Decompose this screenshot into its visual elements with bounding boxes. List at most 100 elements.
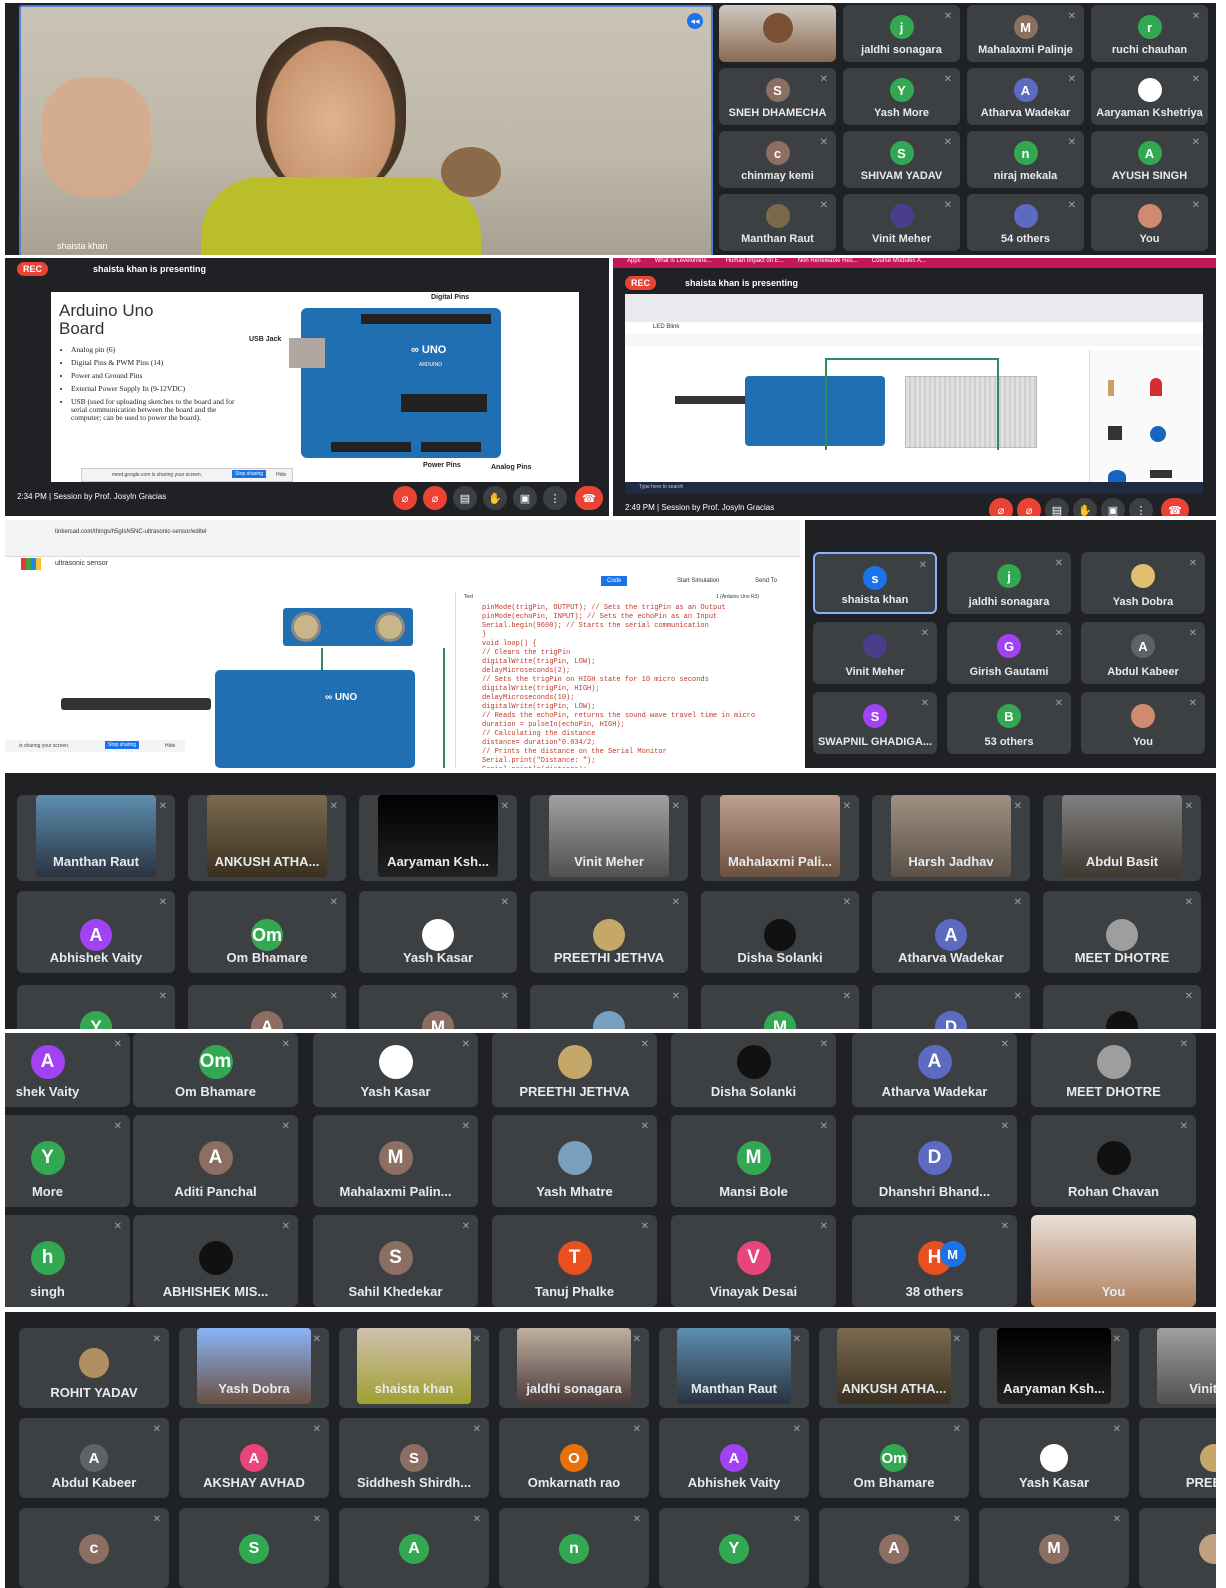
participant-video-shaista-khan[interactable]: ✕ shaista khan xyxy=(339,1328,489,1408)
button-component-icon[interactable] xyxy=(1108,426,1122,440)
text-mode-select[interactable]: Text xyxy=(464,594,473,600)
participant-tile-38-others[interactable]: ✕ H 38 others M xyxy=(852,1215,1017,1307)
bookmark-item[interactable]: Human Impact on E... xyxy=(726,258,784,264)
participant-tile-singh[interactable]: ✕ h singh xyxy=(5,1215,130,1307)
participant-tile-mansi-bole[interactable]: ✕ M Mansi Bole xyxy=(671,1115,836,1207)
participant-tile-sneh-dhamecha[interactable]: ✕ S SNEH DHAMECHA xyxy=(719,68,836,125)
captions-button[interactable]: ▤ xyxy=(1045,498,1069,516)
participant-tile-siddhesh-shirdh[interactable]: ✕ S Siddhesh Shirdh... xyxy=(339,1418,489,1498)
participant-tile-yash-kasar[interactable]: ✕ Yash Kasar xyxy=(359,891,517,973)
participant-tile-you[interactable]: ✕You xyxy=(1031,1215,1196,1307)
participant-tile-meet-dhotre[interactable]: ✕ MEET DHOTRE xyxy=(1043,891,1201,973)
bookmark-item[interactable]: Non Renewable Res... xyxy=(798,258,858,264)
participant-tile-atharva-wadekar[interactable]: ✕ A Atharva Wadekar xyxy=(872,891,1030,973)
participant-tile-disha-solanki[interactable]: ✕ Disha Solanki xyxy=(671,1033,836,1107)
participant-tile-mahalaxmi-palinje[interactable]: ✕ M Mahalaxmi Palinje xyxy=(967,5,1084,62)
bookmark-item[interactable]: Course Modules A... xyxy=(872,258,926,264)
participant-tile-rohan-chavan[interactable]: ✕ Rohan Chavan xyxy=(1031,1115,1196,1207)
participant-tile-niraj-mekala[interactable]: ✕ n niraj mekala xyxy=(967,131,1084,188)
more-options-button[interactable]: ⋮ xyxy=(543,486,567,510)
participant-tile-yash-mhatre[interactable]: ✕ Yash Mhatre xyxy=(492,1115,657,1207)
captions-button[interactable]: ▤ xyxy=(453,486,477,510)
participant-tile[interactable]: ✕ S xyxy=(179,1508,329,1588)
participant-tile-shek-vaity[interactable]: ✕ Ashek Vaity xyxy=(5,1033,130,1107)
hide-button[interactable]: Hide xyxy=(165,743,175,749)
participant-tile[interactable]: ✕ xyxy=(1139,1508,1216,1588)
participant-video-jaldhi-sonagara[interactable]: ✕ jaldhi sonagara xyxy=(499,1328,649,1408)
participant-tile-abhishek-vaity[interactable]: ✕ A Abhishek Vaity xyxy=(659,1418,809,1498)
taskbar-search[interactable]: Type here to search xyxy=(639,484,683,490)
participant-tile-abdul-kabeer[interactable]: ✕ A Abdul Kabeer xyxy=(1081,622,1205,684)
participant-tile-swapnil-ghadiga[interactable]: ✕ S SWAPNIL GHADIGA... xyxy=(813,692,937,754)
participant-tile-atharva-wadekar[interactable]: ✕ A Atharva Wadekar xyxy=(852,1033,1017,1107)
participant-tile[interactable]: ✕ A xyxy=(819,1508,969,1588)
pot-component-icon[interactable] xyxy=(1150,426,1166,442)
more-options-button[interactable]: ⋮ xyxy=(1129,498,1153,516)
participant-tile[interactable]: ✕ M xyxy=(701,985,859,1029)
participant-tile-meet-dhotre[interactable]: ✕ MEET DHOTRE xyxy=(1031,1033,1196,1107)
participant-tile-atharva-wadekar[interactable]: ✕ A Atharva Wadekar xyxy=(967,68,1084,125)
participant-tile-preethi[interactable]: ✕PREETHI xyxy=(1139,1418,1216,1498)
participant-video-harsh-jadhav[interactable]: ✕ Harsh Jadhav xyxy=(872,795,1030,881)
participant-tile[interactable]: ✕ A xyxy=(188,985,346,1029)
participant-video-ankush-atha[interactable]: ✕ ANKUSH ATHA... xyxy=(819,1328,969,1408)
participant-tile-ruchi-chauhan[interactable]: ✕ r ruchi chauhan xyxy=(1091,5,1208,62)
board-select[interactable]: 1 (Arduino Uno R3) xyxy=(716,594,759,600)
participant-tile-om-bhamare[interactable]: ✕ Om Om Bhamare xyxy=(133,1033,298,1107)
participant-video-vinit-meher[interactable]: ✕ Vinit Meher xyxy=(530,795,688,881)
participant-tile-jaldhi-sonagara[interactable]: ✕ j jaldhi sonagara xyxy=(843,5,960,62)
participant-video-manthan-raut[interactable]: ✕ Manthan Raut xyxy=(659,1328,809,1408)
url-bar[interactable]: tinkercad.com/things/h5gIsN5NC-ultrasoni… xyxy=(55,529,206,535)
participant-video-aaryaman-ksh[interactable]: ✕ Aaryaman Ksh... xyxy=(359,795,517,881)
participant-tile[interactable]: ✕ M xyxy=(979,1508,1129,1588)
mic-off-button[interactable]: ⌀ xyxy=(989,498,1013,516)
participant-tile[interactable]: ✕ Y xyxy=(659,1508,809,1588)
raise-hand-button[interactable]: ✋ xyxy=(1073,498,1097,516)
send-to-button[interactable]: Send To xyxy=(755,578,777,584)
participant-tile-abdul-kabeer[interactable]: ✕ A Abdul Kabeer xyxy=(19,1418,169,1498)
camera-off-button[interactable]: ⌀ xyxy=(423,486,447,510)
camera-off-button[interactable]: ⌀ xyxy=(1017,498,1041,516)
participant-tile-akshay-avhad[interactable]: ✕ A AKSHAY AVHAD xyxy=(179,1418,329,1498)
speaker-video[interactable]: ◂◂ shaista khan xyxy=(19,5,713,255)
participant-video-yash-dobra[interactable]: ✕ Yash Dobra xyxy=(179,1328,329,1408)
participant-video-abdul-basit[interactable]: ✕ Abdul Basit xyxy=(1043,795,1201,881)
participant-tile-vinayak-desai[interactable]: ✕ V Vinayak Desai xyxy=(671,1215,836,1307)
leave-call-button[interactable]: ☎ xyxy=(575,486,603,510)
participant-tile-aaryaman-kshetriya[interactable]: ✕ Aaryaman Kshetriya xyxy=(1091,68,1208,125)
participant-tile-preethi-jethva[interactable]: ✕ PREETHI JETHVA xyxy=(492,1033,657,1107)
participant-tile-yash-more[interactable]: ✕ Y Yash More xyxy=(843,68,960,125)
present-button[interactable]: ▣ xyxy=(513,486,537,510)
participant-tile-tanuj-phalke[interactable]: ✕ T Tanuj Phalke xyxy=(492,1215,657,1307)
participant-tile[interactable]: ✕ xyxy=(530,985,688,1029)
participant-tile[interactable]: ✕ A xyxy=(339,1508,489,1588)
participant-tile-you[interactable]: ✕You xyxy=(1091,194,1208,251)
participant-video-mahalaxmi-pali[interactable]: ✕ Mahalaxmi Pali... xyxy=(701,795,859,881)
participant-tile-shivam-yadav[interactable]: ✕ S SHIVAM YADAV xyxy=(843,131,960,188)
participant-tile-rohit-yadav[interactable]: ✕ ROHIT YADAV xyxy=(19,1328,169,1408)
participant-tile-abhishek-vaity[interactable]: ✕ A Abhishek Vaity xyxy=(17,891,175,973)
mic-off-button[interactable]: ⌀ xyxy=(393,486,417,510)
participant-video-vinit-me[interactable]: ✕Vinit Me xyxy=(1139,1328,1216,1408)
participant-video-aaryaman-ksh[interactable]: ✕ Aaryaman Ksh... xyxy=(979,1328,1129,1408)
participant-tile-abhishek-mis[interactable]: ✕ ABHISHEK MIS... xyxy=(133,1215,298,1307)
present-button[interactable]: ▣ xyxy=(1101,498,1125,516)
participant-tile-54-others[interactable]: ✕ 54 others xyxy=(967,194,1084,251)
participant-video[interactable] xyxy=(719,5,836,62)
bookmark-item[interactable]: Apps xyxy=(627,258,641,264)
participant-video-ankush-atha[interactable]: ✕ ANKUSH ATHA... xyxy=(188,795,346,881)
participant-video-manthan-raut[interactable]: ✕ Manthan Raut xyxy=(17,795,175,881)
participant-tile[interactable]: ✕ c xyxy=(19,1508,169,1588)
leave-call-button[interactable]: ☎ xyxy=(1161,498,1189,516)
participant-tile-om-bhamare[interactable]: ✕ Om Om Bhamare xyxy=(819,1418,969,1498)
participant-tile-yash-kasar[interactable]: ✕ Yash Kasar xyxy=(313,1033,478,1107)
hide-button[interactable]: Hide xyxy=(276,472,286,478)
participant-tile-manthan-raut[interactable]: ✕ Manthan Raut xyxy=(719,194,836,251)
code-editor[interactable]: pinMode(trigPin, OUTPUT); // Sets the tr… xyxy=(482,604,755,768)
raise-hand-button[interactable]: ✋ xyxy=(483,486,507,510)
participant-tile-shaista-khan[interactable]: ✕ s shaista khan xyxy=(813,552,937,614)
participant-tile-yash-kasar[interactable]: ✕ Yash Kasar xyxy=(979,1418,1129,1498)
participant-tile-ayush-singh[interactable]: ✕ A AYUSH SINGH xyxy=(1091,131,1208,188)
participant-tile-more[interactable]: ✕ Y More xyxy=(5,1115,130,1207)
participant-tile-chinmay-kemi[interactable]: ✕ c chinmay kemi xyxy=(719,131,836,188)
